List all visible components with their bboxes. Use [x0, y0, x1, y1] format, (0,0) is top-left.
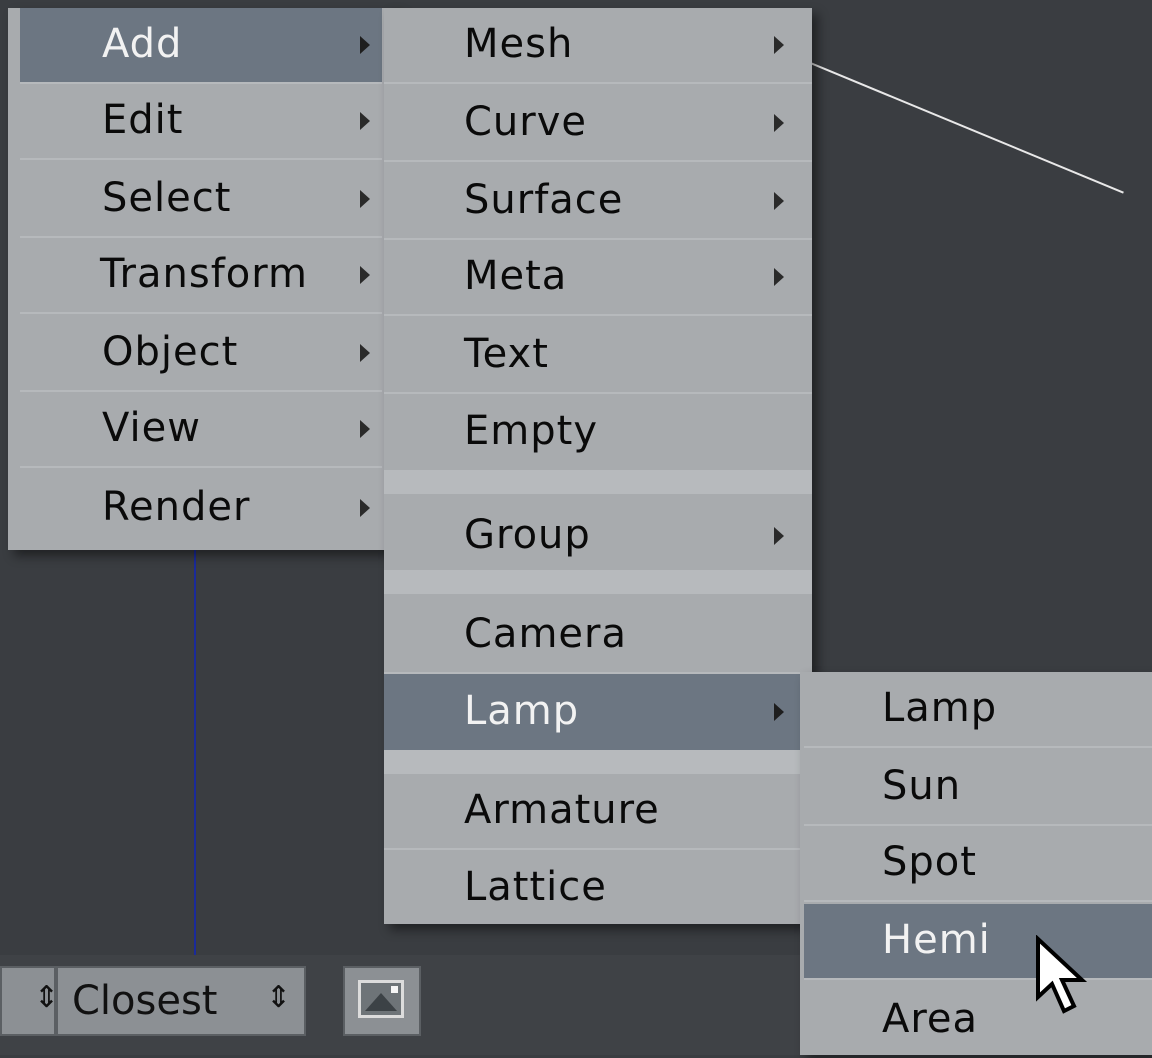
- menu-item-group[interactable]: Group: [384, 498, 812, 574]
- render-preview-button[interactable]: [343, 966, 421, 1036]
- menu-item-label: View: [102, 405, 201, 452]
- menu-item-surface[interactable]: Surface: [384, 164, 812, 240]
- menu-item-label: Sun: [882, 763, 962, 810]
- up-down-arrows-icon: ⇕: [266, 980, 292, 1015]
- viewport-axis-line: [194, 540, 196, 960]
- submenu-arrow-icon: [774, 268, 784, 286]
- menu-item-lamp[interactable]: Lamp: [384, 674, 800, 750]
- menu-item-lamp-type-lamp[interactable]: Lamp: [804, 672, 1152, 748]
- menu-item-curve[interactable]: Curve: [384, 86, 812, 162]
- main-menu: Add Edit Select Transform Object View Re…: [8, 8, 398, 550]
- occlude-spinner-left[interactable]: ⇕: [0, 966, 59, 1036]
- lamp-submenu: Lamp Sun Spot Hemi Area: [800, 672, 1152, 1055]
- menu-item-edit[interactable]: Edit: [20, 84, 382, 160]
- menu-item-add[interactable]: Add: [20, 8, 382, 84]
- submenu-arrow-icon: [360, 499, 370, 517]
- submenu-arrow-icon: [774, 703, 784, 721]
- menu-item-label: Transform: [100, 251, 308, 298]
- menu-item-label: Lamp: [882, 685, 998, 732]
- submenu-arrow-icon: [360, 420, 370, 438]
- occlude-mode-select[interactable]: Closest ⇕: [56, 966, 306, 1036]
- menu-item-label: Meta: [464, 253, 568, 300]
- menu-item-label: Add: [102, 21, 183, 68]
- menu-separator: [384, 470, 812, 494]
- submenu-arrow-icon: [360, 36, 370, 54]
- submenu-arrow-icon: [774, 192, 784, 210]
- submenu-arrow-icon: [360, 190, 370, 208]
- menu-item-label: Object: [102, 329, 239, 376]
- menu-item-label: Mesh: [464, 21, 574, 68]
- menu-item-mesh[interactable]: Mesh: [384, 8, 812, 84]
- submenu-arrow-icon: [360, 344, 370, 362]
- menu-item-label: Lattice: [464, 864, 607, 911]
- menu-item-label: Surface: [464, 177, 624, 224]
- menu-separator: [384, 570, 812, 594]
- menu-item-empty[interactable]: Empty: [384, 394, 812, 470]
- menu-item-text[interactable]: Text: [384, 318, 812, 394]
- submenu-arrow-icon: [360, 266, 370, 284]
- menu-item-hemi[interactable]: Hemi: [804, 904, 1152, 980]
- submenu-arrow-icon: [360, 112, 370, 130]
- menu-item-render[interactable]: Render: [20, 470, 382, 546]
- menu-item-camera[interactable]: Camera: [384, 598, 812, 674]
- menu-item-label: Area: [882, 996, 979, 1043]
- menu-item-view[interactable]: View: [20, 392, 382, 468]
- menu-item-transform[interactable]: Transform: [20, 238, 382, 314]
- menu-item-sun[interactable]: Sun: [804, 750, 1152, 826]
- menu-item-label: Edit: [102, 97, 184, 144]
- image-sun-shape: [391, 986, 398, 993]
- menu-item-area[interactable]: Area: [804, 982, 1152, 1058]
- menu-item-label: Render: [102, 484, 251, 531]
- menu-item-lattice[interactable]: Lattice: [384, 850, 812, 926]
- submenu-arrow-icon: [774, 527, 784, 545]
- menu-item-label: Select: [102, 175, 232, 222]
- menu-item-meta[interactable]: Meta: [384, 240, 812, 316]
- mouse-pointer-icon: [1036, 935, 1088, 1014]
- menu-item-label: Hemi: [882, 917, 991, 964]
- menu-item-label: Text: [464, 331, 549, 378]
- menu-item-label: Camera: [464, 611, 627, 658]
- menu-item-label: Curve: [464, 99, 588, 146]
- menu-separator: [384, 750, 812, 774]
- menu-item-select[interactable]: Select: [20, 162, 382, 238]
- menu-item-armature[interactable]: Armature: [384, 774, 812, 850]
- image-mountain-shape: [365, 993, 397, 1011]
- menu-item-label: Group: [464, 512, 591, 559]
- menu-item-label: Spot: [882, 839, 977, 886]
- menu-item-label: Lamp: [464, 688, 580, 735]
- image-icon: [358, 980, 404, 1018]
- occlude-mode-value: Closest: [72, 978, 218, 1024]
- submenu-arrow-icon: [774, 36, 784, 54]
- add-submenu: Mesh Curve Surface Meta Text Empty Group…: [384, 8, 812, 924]
- menu-item-spot[interactable]: Spot: [804, 826, 1152, 902]
- menu-item-label: Empty: [464, 408, 598, 455]
- menu-item-label: Armature: [464, 787, 660, 834]
- menu-item-object[interactable]: Object: [20, 316, 382, 392]
- submenu-arrow-icon: [774, 114, 784, 132]
